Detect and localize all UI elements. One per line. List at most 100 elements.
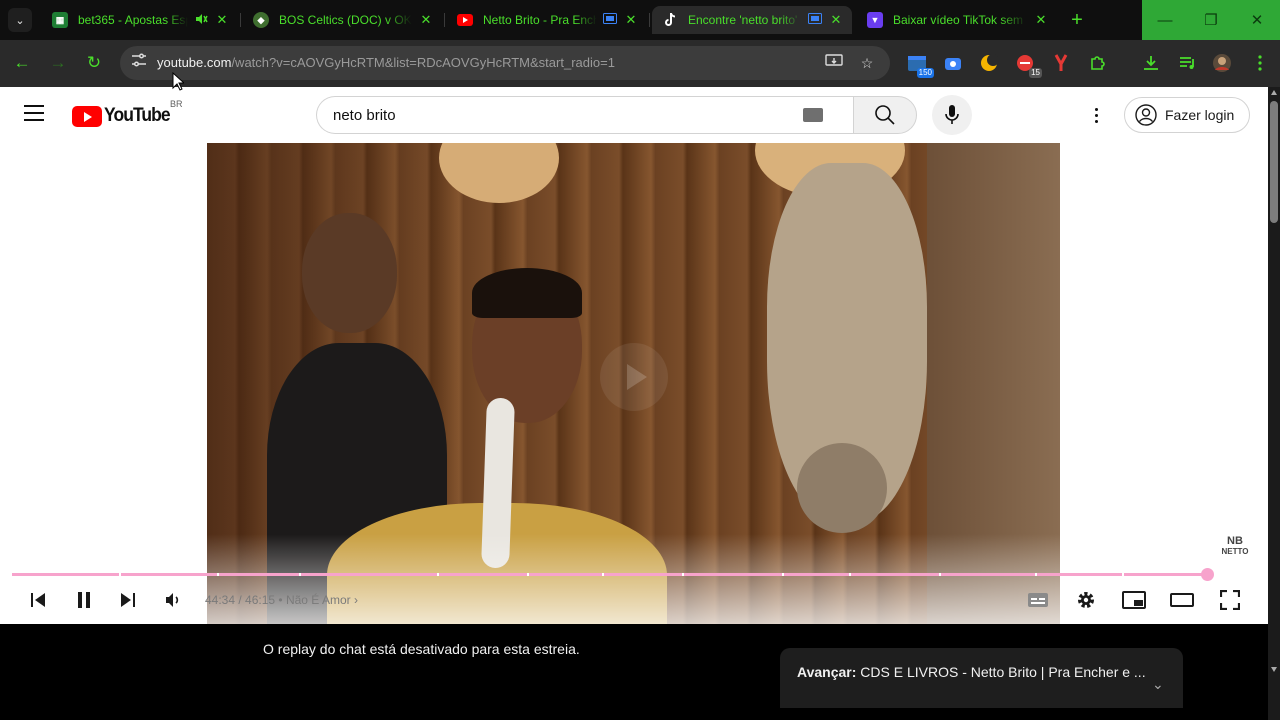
sign-in-label: Fazer login — [1165, 107, 1235, 123]
new-tab-button[interactable]: + — [1066, 9, 1088, 31]
settings-button[interactable] — [1074, 588, 1098, 612]
time-current: 44:34 — [205, 593, 236, 607]
forward-button[interactable]: → — [47, 52, 69, 74]
minimize-icon: — — [1157, 11, 1173, 29]
bet365-favicon-icon: ▦ — [52, 12, 68, 28]
minimize-button[interactable]: — — [1142, 0, 1188, 40]
scroll-down-icon[interactable] — [1271, 667, 1277, 672]
arrow-left-icon: ← — [13, 53, 31, 72]
time-total: 46:15 — [245, 593, 276, 607]
tab-close-icon[interactable]: ✕ — [418, 12, 434, 28]
extension-adblock-icon[interactable]: 15 — [1014, 52, 1042, 78]
chapter-divider — [437, 573, 439, 576]
tab-youtube-netto-brito[interactable]: Netto Brito - Pra Encher e ✕ — [447, 6, 647, 34]
url-text[interactable]: youtube.com/watch?v=cAOVGyHcRTM&list=RDc… — [157, 55, 615, 70]
channel-watermark[interactable]: NB NETTO — [1213, 536, 1257, 566]
plus-icon: + — [1071, 9, 1083, 31]
keyboard-icon[interactable] — [803, 108, 823, 122]
profile-avatar[interactable] — [1211, 52, 1233, 74]
close-window-button[interactable]: ✕ — [1234, 0, 1280, 40]
subtitles-button[interactable] — [1026, 588, 1050, 612]
large-play-icon[interactable] — [600, 343, 668, 411]
downloads-icon[interactable] — [1140, 52, 1162, 74]
scrubber-handle[interactable] — [1200, 568, 1214, 581]
fullscreen-button[interactable] — [1218, 588, 1242, 612]
cast-icon — [603, 13, 617, 27]
restore-button[interactable]: ❐ — [1188, 0, 1234, 40]
below-player: O replay do chat está desativado para es… — [0, 624, 1268, 720]
chapter-title[interactable]: Não É Amor — [286, 593, 351, 607]
gear-icon — [1078, 592, 1094, 608]
search-input[interactable]: neto brito — [316, 96, 853, 134]
guide-menu-icon[interactable] — [24, 105, 46, 123]
search-button[interactable] — [853, 96, 917, 134]
tab-bet365[interactable]: ▦ bet365 - Apostas Esportivas ✕ — [42, 6, 238, 34]
chapter-divider — [782, 573, 784, 576]
settings-menu-icon[interactable] — [1086, 103, 1106, 127]
tab-title: BOS Celtics (DOC) v OKC — [279, 13, 412, 27]
up-next-card[interactable]: Avançar: CDS E LIVROS - Netto Brito | Pr… — [780, 648, 1183, 708]
youtube-logo[interactable]: YouTube BR — [72, 99, 183, 127]
muted-speaker-icon[interactable] — [194, 12, 208, 29]
site-settings-icon[interactable] — [129, 53, 149, 73]
reload-icon: ↻ — [86, 53, 102, 72]
extension-calendar-icon[interactable]: 150 — [906, 52, 934, 78]
previous-button[interactable] — [26, 588, 50, 612]
scrollbar-thumb[interactable] — [1270, 101, 1278, 223]
chat-replay-disabled-note: O replay do chat está desativado para es… — [263, 641, 580, 657]
tab-separator — [444, 13, 445, 27]
chapter-divider — [119, 573, 121, 576]
scroll-up-icon[interactable] — [1271, 90, 1277, 95]
tiktok-favicon-icon — [662, 12, 678, 28]
download-site-favicon-icon: ▼ — [867, 12, 883, 28]
mouse-pointer-icon — [172, 72, 184, 91]
extensions-puzzle-icon[interactable] — [1087, 52, 1109, 74]
microphone-icon — [945, 105, 959, 124]
extension-dark-mode-icon[interactable] — [978, 52, 1000, 74]
extension-yandex-icon[interactable] — [1050, 52, 1072, 74]
chapter-divider — [939, 573, 941, 576]
tab-title: bet365 - Apostas Esportivas — [78, 13, 188, 27]
install-app-icon[interactable] — [824, 53, 844, 73]
extension-screenshot-icon[interactable] — [942, 52, 964, 74]
sign-in-button[interactable]: Fazer login — [1124, 97, 1250, 133]
theater-mode-icon — [1170, 593, 1194, 607]
tab-separator — [240, 13, 241, 27]
extension-badge: 150 — [916, 68, 934, 78]
theater-mode-button[interactable] — [1170, 588, 1194, 612]
chapter-divider — [602, 573, 604, 576]
chevron-right-icon[interactable]: › — [354, 593, 358, 607]
chapter-divider — [1122, 573, 1124, 576]
tab-close-icon[interactable]: ✕ — [828, 12, 844, 28]
video-player[interactable]: NB NETTO 44:34 / 46:15 • Não É Amor › — [0, 143, 1268, 624]
page-scrollbar[interactable] — [1268, 87, 1280, 720]
media-control-icon[interactable] — [1177, 52, 1199, 74]
miniplayer-button[interactable] — [1122, 588, 1146, 612]
progress-bar[interactable] — [12, 568, 1255, 581]
browser-menu-icon[interactable] — [1249, 52, 1271, 74]
pause-button[interactable] — [72, 588, 96, 612]
search-icon — [875, 105, 895, 125]
address-bar[interactable]: youtube.com/watch?v=cAOVGyHcRTM&list=RDc… — [120, 46, 890, 80]
tab-close-icon[interactable]: ✕ — [1033, 12, 1049, 28]
miniplayer-icon — [1122, 591, 1146, 609]
progress-played — [12, 573, 1207, 576]
tab-tiktok[interactable]: Encontre 'netto brito' no TikTok ✕ — [652, 6, 852, 34]
tab-celtics[interactable]: ◆ BOS Celtics (DOC) v OKC ✕ — [243, 6, 442, 34]
tab-close-icon[interactable]: ✕ — [623, 12, 639, 28]
up-next-label: Avançar: CDS E LIVROS - Netto Brito | Pr… — [797, 664, 1146, 680]
close-icon: ✕ — [1250, 12, 1264, 29]
youtube-header: YouTube BR neto brito Fazer login — [0, 87, 1268, 143]
reload-button[interactable]: ↻ — [83, 52, 105, 74]
bookmark-star-icon[interactable]: ☆ — [857, 53, 877, 73]
tab-title: Encontre 'netto brito' no TikTok — [688, 13, 802, 27]
tab-baixar-video[interactable]: ▼ Baixar vídeo TikTok sem marca ✕ — [857, 6, 1057, 34]
tab-search-button[interactable]: ⌄ — [8, 8, 32, 32]
close-icon[interactable]: ⌄ — [1152, 676, 1164, 693]
back-button[interactable]: ← — [11, 52, 33, 74]
tab-close-icon[interactable]: ✕ — [214, 12, 230, 28]
mute-button[interactable] — [161, 588, 185, 612]
voice-search-button[interactable] — [932, 95, 972, 135]
next-button[interactable] — [116, 588, 140, 612]
volume-icon — [166, 593, 179, 607]
